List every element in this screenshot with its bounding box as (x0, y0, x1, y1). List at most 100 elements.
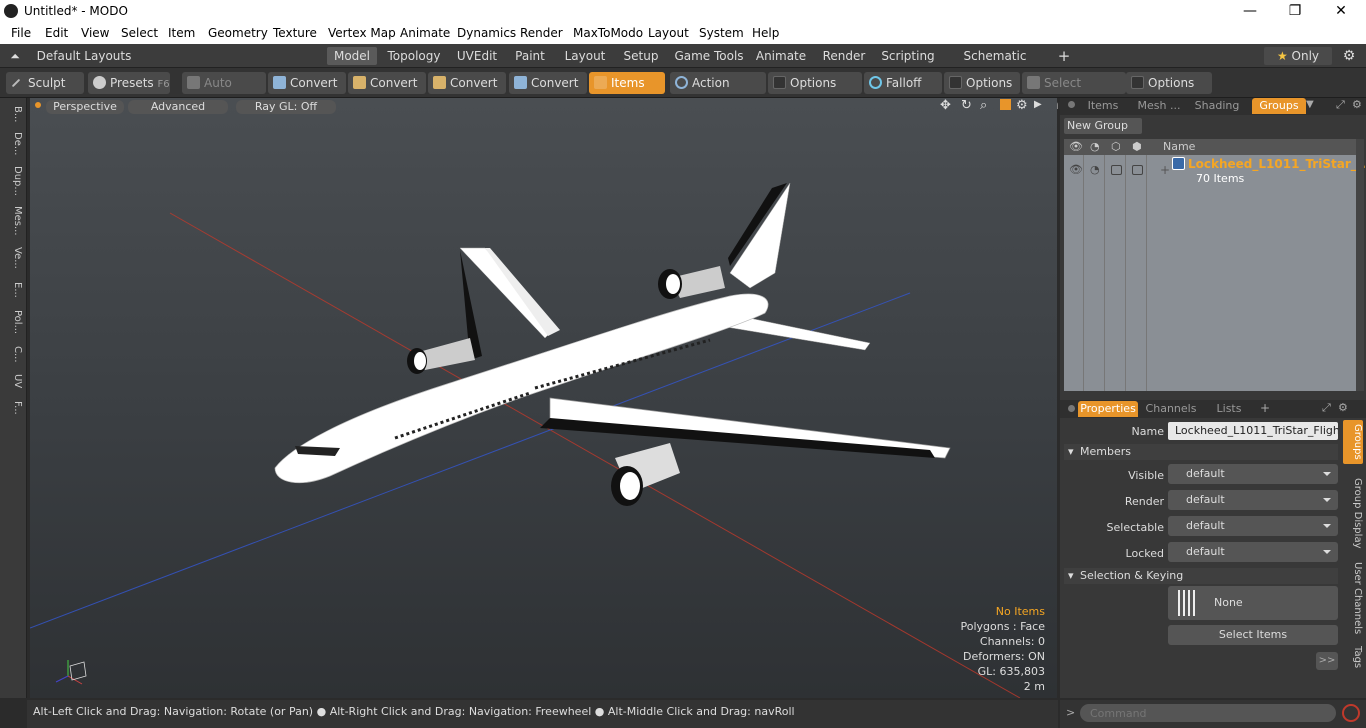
convert-button-3[interactable]: Convert (428, 72, 506, 94)
tab-topology[interactable]: Topology (385, 47, 443, 65)
raygl-button[interactable]: Ray GL: Off (236, 100, 336, 114)
members-section[interactable]: Members (1064, 444, 1338, 460)
vtab-mesh-edit[interactable]: Mes... (3, 204, 23, 238)
row-select-checkbox[interactable] (1111, 165, 1122, 175)
viewport-menu-icon[interactable]: ▶ (1034, 99, 1042, 110)
more-button[interactable]: >> (1316, 652, 1338, 670)
select-through-button[interactable]: Select Through (1022, 72, 1126, 112)
menu-render[interactable]: Render (520, 26, 563, 40)
tab-channels[interactable]: Channels (1144, 401, 1198, 417)
selection-keying-section[interactable]: Selection & Keying (1064, 568, 1338, 584)
tab-setup[interactable]: Setup (618, 47, 664, 65)
menu-animate[interactable]: Animate (400, 26, 450, 40)
layout-up-icon[interactable]: ⏶ (8, 47, 22, 65)
vtab-deform[interactable]: De... (3, 130, 23, 158)
side-tab-group-display[interactable]: Group Display (1343, 472, 1363, 554)
render-dropdown[interactable]: default (1168, 490, 1338, 510)
tab-render[interactable]: Render (818, 47, 870, 65)
side-tab-tags[interactable]: Tags (1343, 642, 1363, 672)
menu-item[interactable]: Item (168, 26, 195, 40)
menu-file[interactable]: File (11, 26, 31, 40)
tab-animate[interactable]: Animate (754, 47, 808, 65)
lock-icon[interactable]: ⬢ (1132, 140, 1142, 153)
default-layouts-dropdown[interactable]: Default Layouts ▾ (36, 47, 132, 81)
vtab-vertex[interactable]: Ve... (3, 244, 23, 272)
add-prop-tab-icon[interactable]: + (1260, 401, 1270, 415)
command-input[interactable] (1080, 704, 1336, 722)
vtab-uv[interactable]: UV (3, 370, 23, 392)
perspective-button[interactable]: Perspective (46, 100, 124, 114)
move-icon[interactable]: ✥ (940, 98, 951, 113)
options-button-3[interactable]: Options (1126, 72, 1212, 94)
viewport-3d[interactable]: Perspective Advanced Ray GL: Off ✥ ↻ ⌕ ⚙… (30, 98, 1057, 698)
none-button[interactable]: None (1168, 586, 1338, 620)
row-eye-icon[interactable]: 👁 (1069, 163, 1083, 176)
select-icon[interactable]: ⬡ (1111, 140, 1121, 153)
menu-layout[interactable]: Layout (648, 26, 689, 40)
vtab-edge[interactable]: E... (3, 278, 23, 302)
panel-gear-icon[interactable]: ⚙ (1352, 98, 1362, 111)
menu-select[interactable]: Select (121, 26, 158, 40)
advanced-button[interactable]: Advanced (128, 100, 228, 114)
group-row[interactable]: 👁 ◔ + Lockheed_L1011_TriStar_... 70 Item… (1064, 155, 1366, 187)
new-group-button[interactable]: New Group (1064, 118, 1142, 134)
gear-icon[interactable]: ⚙ (1340, 47, 1358, 65)
sculpt-button[interactable]: Sculpt (6, 72, 84, 94)
menu-maxtomodo[interactable]: MaxToModo (573, 26, 643, 40)
menu-vertex-map[interactable]: Vertex Map (328, 26, 396, 40)
options-button-1[interactable]: Options (768, 72, 862, 94)
menu-dynamics[interactable]: Dynamics (457, 26, 516, 40)
tab-shading[interactable]: Shading (1190, 98, 1244, 114)
restore-icon[interactable]: ❐ (1280, 2, 1310, 20)
visible-dropdown[interactable]: default (1168, 464, 1338, 484)
options-button-2[interactable]: Options (944, 72, 1020, 94)
rotate-icon[interactable]: ↻ (961, 98, 972, 113)
vtab-curve[interactable]: C... (3, 342, 23, 366)
viewport-gear-icon[interactable]: ⚙ (1016, 98, 1028, 113)
tab-schematic-fusion[interactable]: Schematic Fusion (947, 47, 1043, 81)
minimize-icon[interactable]: — (1235, 2, 1265, 20)
name-field[interactable]: Lockheed_L1011_TriStar_Flight ( (1168, 422, 1338, 440)
row-render-icon[interactable]: ◔ (1090, 163, 1100, 176)
presets-button[interactable]: Presets F6 (88, 72, 170, 94)
only-toggle[interactable]: ★ Only (1264, 47, 1332, 65)
convert-button-1[interactable]: Convert (268, 72, 346, 94)
convert-button-2[interactable]: Convert (348, 72, 426, 94)
tab-model[interactable]: Model (327, 47, 377, 65)
row-lock-checkbox[interactable] (1132, 165, 1143, 175)
tab-properties[interactable]: Properties (1078, 401, 1138, 417)
expand-plus-icon[interactable]: + (1160, 163, 1170, 177)
tab-game-tools[interactable]: Game Tools (673, 47, 745, 65)
vtab-fusion[interactable]: F... (3, 396, 23, 420)
menu-texture[interactable]: Texture (273, 26, 317, 40)
tab-menu-icon[interactable]: ▼ (1306, 99, 1314, 110)
convert-button-4[interactable]: Convert (509, 72, 587, 94)
groups-scrollbar[interactable] (1356, 139, 1364, 391)
menu-system[interactable]: System (699, 26, 744, 40)
select-items-button[interactable]: Select Items (1168, 625, 1338, 645)
tab-groups[interactable]: Groups (1252, 98, 1306, 114)
tab-mesh[interactable]: Mesh ... (1132, 98, 1186, 114)
side-tab-user-channels[interactable]: User Channels (1343, 558, 1363, 638)
zoom-icon[interactable]: ⌕ (980, 98, 987, 113)
falloff-button[interactable]: Falloff (864, 72, 942, 94)
tab-lists[interactable]: Lists (1206, 401, 1252, 417)
tab-layout[interactable]: Layout (561, 47, 609, 65)
visibility-eye-icon[interactable]: 👁 (1069, 140, 1083, 153)
prop-gear-icon[interactable]: ⚙ (1338, 401, 1348, 414)
auto-select-button[interactable]: Auto Select (182, 72, 266, 112)
tab-uvedit[interactable]: UVEdit (452, 47, 502, 65)
vtab-basic[interactable]: B... (3, 102, 23, 126)
locked-dropdown[interactable]: default (1168, 542, 1338, 562)
tab-items[interactable]: Items (1080, 98, 1126, 114)
menu-edit[interactable]: Edit (45, 26, 68, 40)
close-icon[interactable]: ✕ (1326, 2, 1356, 20)
render-icon[interactable]: ◔ (1090, 140, 1100, 153)
prop-expand-icon[interactable]: ⤢ (1322, 401, 1331, 415)
fit-icon[interactable] (1000, 99, 1011, 110)
items-button[interactable]: Items 5 (589, 72, 665, 112)
record-icon[interactable] (1342, 704, 1360, 722)
tab-scripting[interactable]: Scripting (879, 47, 937, 65)
expand-icon[interactable]: ⤢ (1336, 98, 1345, 112)
tab-paint[interactable]: Paint (510, 47, 550, 65)
